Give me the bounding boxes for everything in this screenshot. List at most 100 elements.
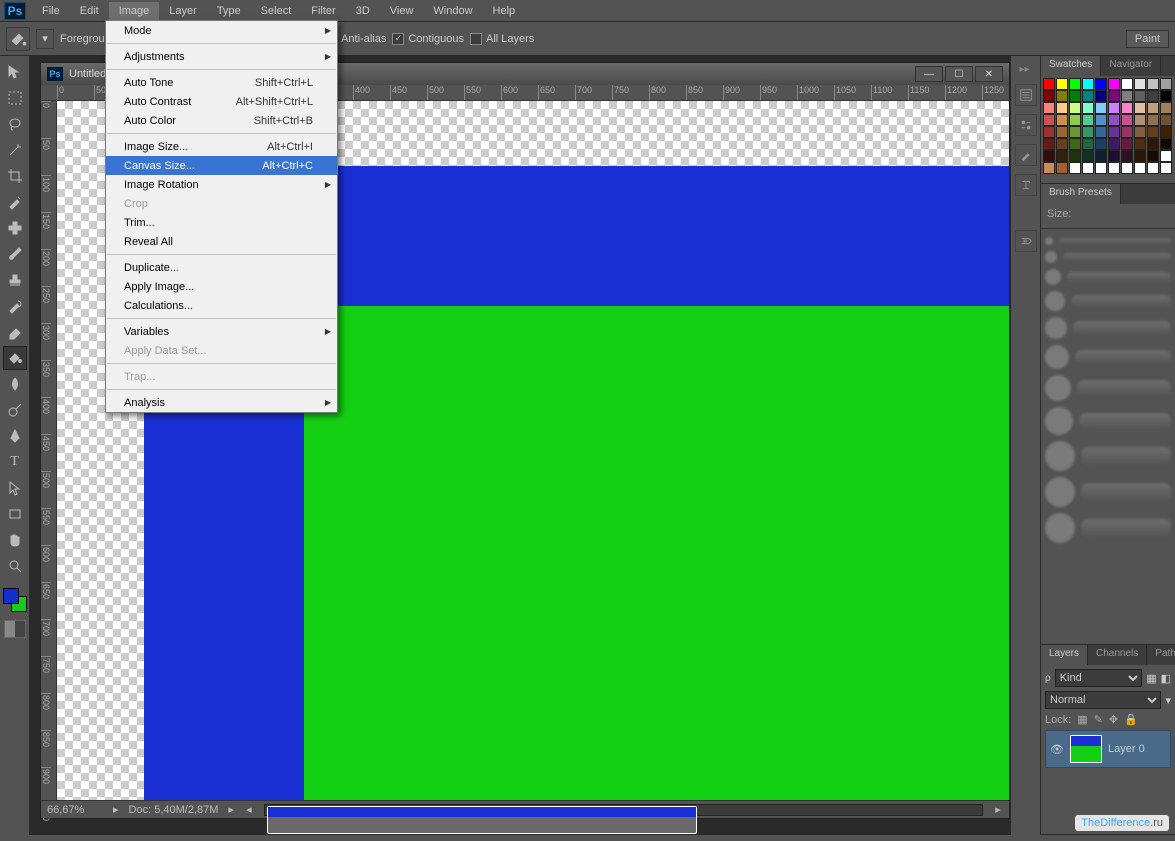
swatch[interactable] [1056, 138, 1068, 150]
menu-item-calculations[interactable]: Calculations... [106, 296, 337, 315]
swatch[interactable] [1108, 102, 1120, 114]
menu-filter[interactable]: Filter [301, 2, 345, 20]
paint-button[interactable]: Paint [1126, 30, 1169, 48]
blend-mode-select[interactable]: Normal [1045, 691, 1161, 709]
brush-preset-list[interactable] [1041, 233, 1175, 543]
type-tool-icon[interactable]: T [3, 450, 27, 474]
menu-item-duplicate[interactable]: Duplicate... [106, 258, 337, 277]
swatch[interactable] [1160, 126, 1172, 138]
horizontal-scrollbar[interactable] [264, 804, 983, 816]
swatch[interactable] [1160, 162, 1172, 174]
brush-tool-icon[interactable] [3, 242, 27, 266]
swatch[interactable] [1043, 138, 1055, 150]
lock-pixels-icon[interactable]: ✎ [1094, 713, 1103, 726]
swatch[interactable] [1095, 126, 1107, 138]
tab-layers[interactable]: Layers [1041, 645, 1088, 665]
swatch[interactable] [1134, 78, 1146, 90]
menu-item-auto-contrast[interactable]: Auto ContrastAlt+Shift+Ctrl+L [106, 92, 337, 111]
tab-paths[interactable]: Path [1147, 645, 1175, 665]
history-panel-icon[interactable] [1015, 84, 1037, 106]
maximize-button[interactable]: ☐ [945, 66, 973, 82]
swatch[interactable] [1043, 90, 1055, 102]
ruler-vertical[interactable]: 0501001502002503003504004505005506006507… [41, 101, 57, 800]
swatch[interactable] [1160, 150, 1172, 162]
swatch[interactable] [1121, 114, 1133, 126]
swatch[interactable] [1147, 150, 1159, 162]
tool-preset-dropdown-icon[interactable]: ▾ [36, 29, 54, 49]
menu-file[interactable]: File [32, 2, 70, 20]
brush-preset-row[interactable] [1045, 237, 1171, 245]
zoom-level[interactable]: 66,67% [47, 804, 103, 816]
swatch[interactable] [1108, 114, 1120, 126]
visibility-eye-icon[interactable]: 👁 [1050, 742, 1064, 756]
history-brush-icon[interactable] [3, 294, 27, 318]
lock-all-icon[interactable]: 🔒 [1124, 713, 1138, 726]
layer-name[interactable]: Layer 0 [1108, 743, 1145, 755]
pen-tool-icon[interactable] [3, 424, 27, 448]
swatch[interactable] [1160, 114, 1172, 126]
menu-item-apply-image[interactable]: Apply Image... [106, 277, 337, 296]
tab-brush-presets[interactable]: Brush Presets [1041, 184, 1121, 204]
swatch[interactable] [1108, 126, 1120, 138]
menu-item-reveal-all[interactable]: Reveal All [106, 232, 337, 251]
close-button[interactable]: ✕ [975, 66, 1003, 82]
brush-preset-row[interactable] [1045, 375, 1171, 401]
swatch[interactable] [1069, 126, 1081, 138]
swatch[interactable] [1134, 162, 1146, 174]
zoom-tool-icon[interactable] [3, 554, 27, 578]
swatch[interactable] [1095, 150, 1107, 162]
brush-preset-row[interactable] [1045, 269, 1171, 285]
swatch[interactable] [1147, 126, 1159, 138]
tab-channels[interactable]: Channels [1088, 645, 1147, 665]
swatch[interactable] [1147, 90, 1159, 102]
swatch[interactable] [1147, 162, 1159, 174]
swatch[interactable] [1095, 162, 1107, 174]
swatch[interactable] [1069, 90, 1081, 102]
swatch[interactable] [1108, 150, 1120, 162]
swatch[interactable] [1043, 114, 1055, 126]
menu-window[interactable]: Window [423, 2, 482, 20]
swatch[interactable] [1069, 114, 1081, 126]
swatch[interactable] [1095, 138, 1107, 150]
chevron-down-icon[interactable]: ▾ [1165, 694, 1171, 707]
swatch[interactable] [1121, 162, 1133, 174]
swatch[interactable] [1082, 126, 1094, 138]
swatch[interactable] [1108, 78, 1120, 90]
menu-layer[interactable]: Layer [159, 2, 207, 20]
swatch[interactable] [1134, 102, 1146, 114]
contiguous-checkbox[interactable]: Contiguous [392, 33, 464, 45]
lock-transparency-icon[interactable]: ▦ [1077, 713, 1087, 726]
swatch[interactable] [1056, 114, 1068, 126]
menu-item-trim[interactable]: Trim... [106, 213, 337, 232]
swatch[interactable] [1069, 162, 1081, 174]
bucket-tool-icon[interactable] [6, 27, 30, 51]
swatch[interactable] [1160, 138, 1172, 150]
swatch[interactable] [1108, 138, 1120, 150]
path-select-icon[interactable] [3, 476, 27, 500]
swatch[interactable] [1095, 102, 1107, 114]
swatch[interactable] [1056, 78, 1068, 90]
stamp-tool-icon[interactable] [3, 268, 27, 292]
properties-panel-icon[interactable] [1015, 114, 1037, 136]
menu-view[interactable]: View [380, 2, 424, 20]
swatch[interactable] [1043, 102, 1055, 114]
swatch[interactable] [1043, 150, 1055, 162]
swatch[interactable] [1134, 90, 1146, 102]
swatch[interactable] [1069, 102, 1081, 114]
collapse-panels-icon[interactable]: ▸▸ [1020, 64, 1032, 76]
quick-mask-icon[interactable] [4, 620, 26, 638]
brush-preset-row[interactable] [1045, 251, 1171, 263]
swatch[interactable] [1043, 78, 1055, 90]
swatch[interactable] [1121, 90, 1133, 102]
character-panel-icon[interactable] [1015, 174, 1037, 196]
swatch[interactable] [1069, 138, 1081, 150]
heal-tool-icon[interactable] [3, 216, 27, 240]
swatch[interactable] [1121, 150, 1133, 162]
eyedropper-tool-icon[interactable] [3, 190, 27, 214]
swatch[interactable] [1095, 78, 1107, 90]
swatch[interactable] [1134, 114, 1146, 126]
menu-item-canvas-size[interactable]: Canvas Size...Alt+Ctrl+C [106, 156, 337, 175]
swatch[interactable] [1095, 90, 1107, 102]
settings-panel-icon[interactable] [1015, 230, 1037, 252]
swatch[interactable] [1069, 150, 1081, 162]
